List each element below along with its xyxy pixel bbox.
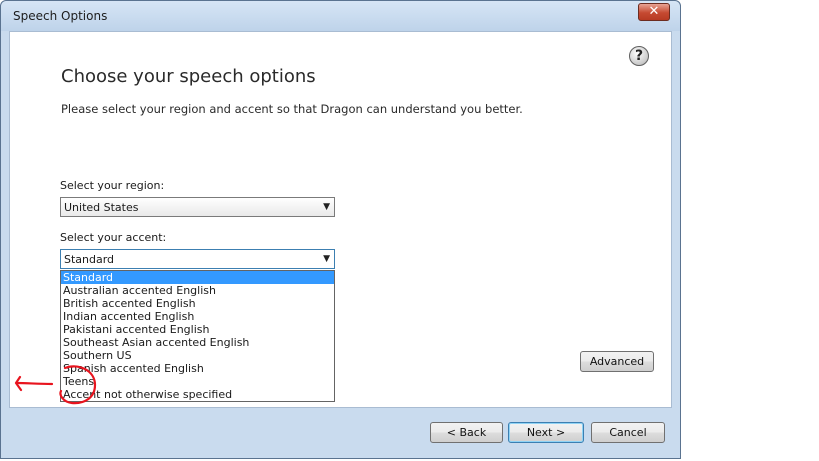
region-select[interactable]: United States ▼ bbox=[60, 197, 335, 217]
next-button[interactable]: Next > bbox=[508, 422, 584, 443]
accent-option[interactable]: Indian accented English bbox=[61, 310, 334, 323]
accent-option[interactable]: Australian accented English bbox=[61, 284, 334, 297]
cancel-button[interactable]: Cancel bbox=[591, 422, 665, 443]
accent-select[interactable]: Standard ▼ bbox=[60, 249, 335, 269]
accent-dropdown-list[interactable]: Standard Australian accented English Briti… bbox=[60, 270, 335, 402]
close-icon: ✕ bbox=[648, 4, 660, 19]
window-title: Speech Options bbox=[13, 9, 108, 23]
region-label: Select your region: bbox=[60, 179, 165, 192]
dialog-content: ? Choose your speech options Please sele… bbox=[9, 31, 672, 408]
advanced-button[interactable]: Advanced bbox=[580, 351, 654, 372]
accent-select-value: Standard bbox=[64, 253, 115, 266]
accent-option[interactable]: Southeast Asian accented English bbox=[61, 336, 334, 349]
help-icon[interactable]: ? bbox=[629, 46, 649, 66]
back-button[interactable]: < Back bbox=[430, 422, 503, 443]
region-select-value: United States bbox=[64, 201, 139, 214]
title-bar[interactable]: Speech Options ✕ bbox=[1, 1, 680, 31]
accent-option[interactable]: Standard bbox=[61, 271, 334, 284]
dropdown-arrow-icon: ▼ bbox=[323, 254, 330, 264]
page-title: Choose your speech options bbox=[61, 66, 316, 87]
accent-option[interactable]: Pakistani accented English bbox=[61, 323, 334, 336]
accent-option[interactable]: Accent not otherwise specified bbox=[61, 388, 334, 401]
speech-options-window: Speech Options ✕ ? Choose your speech op… bbox=[0, 0, 681, 459]
accent-label: Select your accent: bbox=[60, 231, 167, 244]
accent-option[interactable]: Teens bbox=[61, 375, 334, 388]
dropdown-arrow-icon: ▼ bbox=[323, 202, 330, 212]
close-button[interactable]: ✕ bbox=[638, 3, 670, 21]
accent-option[interactable]: Spanish accented English bbox=[61, 362, 334, 375]
accent-option[interactable]: Southern US bbox=[61, 349, 334, 362]
page-subtitle: Please select your region and accent so … bbox=[61, 102, 523, 116]
accent-option[interactable]: British accented English bbox=[61, 297, 334, 310]
